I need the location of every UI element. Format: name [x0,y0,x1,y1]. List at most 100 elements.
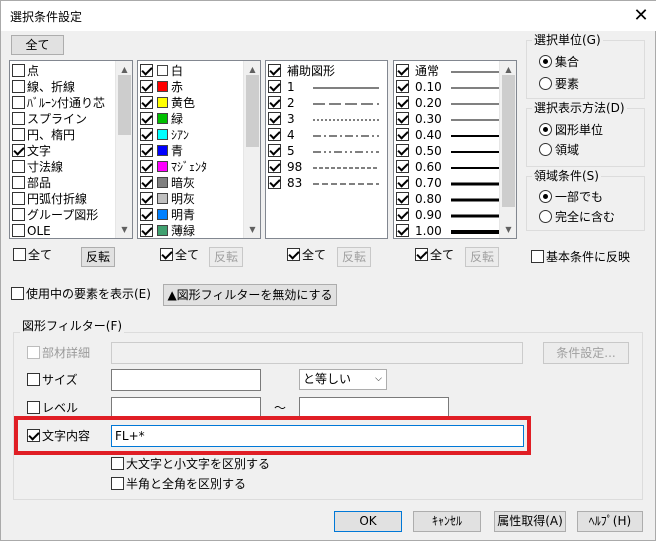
item-checkbox[interactable] [140,80,153,93]
scrollbar[interactable]: ▲ ▼ [499,61,516,238]
list1-all-checkbox[interactable]: 全て [13,247,52,263]
list-item[interactable]: 3 [268,111,381,127]
close-button[interactable]: ✕ [627,3,655,29]
list-item[interactable]: 点 [12,63,39,79]
scrollbar[interactable]: ▲ ▼ [243,61,260,238]
list3-all-checkbox[interactable]: 全て [287,247,326,263]
item-checkbox[interactable] [396,96,409,109]
item-checkbox[interactable] [268,144,281,157]
list-item[interactable]: 青 [140,143,183,159]
list-item[interactable]: 黄色 [140,95,195,111]
list-item[interactable]: 薄緑 [140,223,195,238]
list-item[interactable]: 部品 [12,175,51,191]
item-checkbox[interactable] [396,64,409,77]
size-input[interactable] [111,369,261,391]
list-item[interactable]: 円弧付折線 [12,191,87,207]
item-checkbox[interactable] [396,128,409,141]
list-item[interactable]: 明青 [140,207,195,223]
item-checkbox[interactable] [140,112,153,125]
condition-settings-button[interactable]: 条件設定... [543,342,629,364]
scroll-down-icon[interactable]: ▼ [248,225,257,234]
list-item[interactable]: ﾏｼﾞｪﾝﾀ [140,159,207,175]
scroll-up-icon[interactable]: ▲ [248,65,257,74]
item-checkbox[interactable] [268,128,281,141]
list1-reverse-button[interactable]: 反転 [81,247,115,267]
item-checkbox[interactable] [268,160,281,173]
unit-option-element[interactable]: 要素 [539,76,579,92]
level-checkbox[interactable]: レベル [27,400,78,416]
list-item[interactable]: 円、楕円 [12,127,75,143]
item-checkbox[interactable] [268,64,281,77]
select-all-button[interactable]: 全て [11,35,64,55]
method-option-shape[interactable]: 図形単位 [539,122,603,138]
scroll-up-icon[interactable]: ▲ [504,65,513,74]
list3-reverse-button[interactable]: 反転 [337,247,371,267]
item-checkbox[interactable] [12,144,25,157]
list-item[interactable]: 2 [268,95,381,111]
part-detail-input[interactable] [111,342,523,364]
list-item[interactable]: OLE [12,223,51,238]
cancel-button[interactable]: ｷｬﾝｾﾙ [413,511,481,532]
get-attributes-button[interactable]: 属性取得(A) [494,511,566,532]
list-item[interactable]: 寸法線 [12,159,63,175]
list2-reverse-button[interactable]: 反転 [209,247,243,267]
item-checkbox[interactable] [12,64,25,77]
item-checkbox[interactable] [140,144,153,157]
element-type-list[interactable]: 点線、折線 ﾊﾞﾙｰﾝ付通り芯 スプライン 円、楕円 文字 寸法線 部品 円弧付折線 グループ図… [9,60,133,239]
item-checkbox[interactable] [12,176,25,189]
unit-option-set[interactable]: 集合 [539,54,579,70]
list-item[interactable]: 98 [268,159,381,175]
scroll-thumb[interactable] [246,75,259,147]
item-checkbox[interactable] [12,112,25,125]
item-checkbox[interactable] [396,208,409,221]
item-checkbox[interactable] [268,80,281,93]
item-checkbox[interactable] [396,80,409,93]
item-checkbox[interactable] [12,80,25,93]
item-checkbox[interactable] [140,160,153,173]
list2-all-checkbox[interactable]: 全て [160,247,199,263]
list4-reverse-button[interactable]: 反転 [465,247,499,267]
show-used-checkbox[interactable]: 使用中の要素を表示(E) [11,286,151,302]
part-detail-checkbox[interactable]: 部材詳細 [27,345,90,361]
list-item[interactable]: 明灰 [140,191,195,207]
scroll-thumb[interactable] [118,75,131,135]
item-checkbox[interactable] [12,128,25,141]
item-checkbox[interactable] [12,208,25,221]
item-checkbox[interactable] [140,208,153,221]
list-item[interactable]: 緑 [140,111,183,127]
scroll-up-icon[interactable]: ▲ [120,65,129,74]
item-checkbox[interactable] [396,192,409,205]
size-operator-select[interactable]: と等しい ⌵ [299,369,387,390]
ok-button[interactable]: OK [334,511,402,532]
case-sensitive-checkbox[interactable]: 大文字と小文字を区別する [111,456,270,472]
line-width-list[interactable]: 通常 0.10 0.20 0.30 0.40 0.50 0.60 0.70 0.80 0.90 1.… [393,60,517,239]
item-checkbox[interactable] [140,96,153,109]
list-item[interactable]: 1 [268,79,381,95]
area-option-partial[interactable]: 一部でも [539,189,603,205]
help-button[interactable]: ﾍﾙﾌﾟ(H) [577,511,643,532]
size-checkbox[interactable]: サイズ [27,372,78,388]
item-checkbox[interactable] [396,112,409,125]
item-checkbox[interactable] [140,224,153,237]
list4-all-checkbox[interactable]: 全て [415,247,454,263]
area-option-full[interactable]: 完全に含む [539,209,615,225]
item-checkbox[interactable] [268,112,281,125]
item-checkbox[interactable] [12,224,25,237]
item-checkbox[interactable] [396,176,409,189]
reflect-basic-checkbox[interactable]: 基本条件に反映 [531,249,630,265]
item-checkbox[interactable] [12,192,25,205]
item-checkbox[interactable] [140,192,153,205]
list-item[interactable]: グループ図形 [12,207,98,223]
list-item[interactable]: ﾊﾞﾙｰﾝ付通り芯 [12,95,105,111]
list-item[interactable]: スプライン [12,111,87,127]
text-content-input[interactable]: FL+* [111,425,524,447]
list-item[interactable]: 赤 [140,79,183,95]
list-item[interactable]: 補助図形 [268,63,335,79]
scroll-down-icon[interactable]: ▼ [504,225,513,234]
item-checkbox[interactable] [396,160,409,173]
list-item[interactable]: 線、折線 [12,79,75,95]
line-type-list[interactable]: 補助図形 1 2 3 4 5 98 83 [265,60,388,239]
width-sensitive-checkbox[interactable]: 半角と全角を区別する [111,476,246,492]
item-checkbox[interactable] [268,176,281,189]
item-checkbox[interactable] [140,64,153,77]
